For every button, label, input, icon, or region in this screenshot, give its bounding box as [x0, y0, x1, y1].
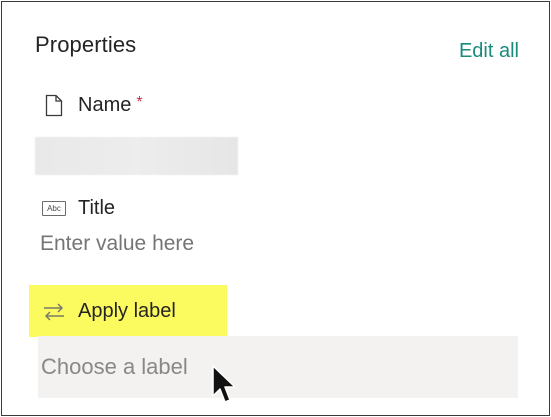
mouse-pointer-icon — [211, 364, 241, 406]
title-field-label: Abc Title — [40, 197, 115, 220]
name-label: Name — [78, 94, 132, 116]
text-field-icon-text: Abc — [42, 201, 66, 216]
required-marker: * — [136, 93, 143, 111]
exchange-arrows-icon — [40, 302, 68, 322]
title-input[interactable] — [40, 232, 300, 256]
title-label: Title — [78, 197, 116, 219]
text-field-icon: Abc — [40, 201, 68, 216]
choose-label-dropdown[interactable]: Choose a label — [38, 336, 518, 398]
apply-label-label: Apply label — [78, 300, 176, 322]
properties-panel: Properties Edit all Name * Abc Title Ent… — [1, 1, 550, 416]
apply-label-field-label: Apply label — [40, 300, 176, 323]
panel-title: Properties — [35, 32, 137, 57]
choose-label-placeholder: Choose a label — [41, 354, 188, 379]
name-value-field[interactable] — [35, 137, 238, 175]
edit-all-link[interactable]: Edit all — [459, 40, 519, 63]
name-field-label: Name * — [40, 94, 143, 117]
document-icon — [40, 94, 68, 117]
